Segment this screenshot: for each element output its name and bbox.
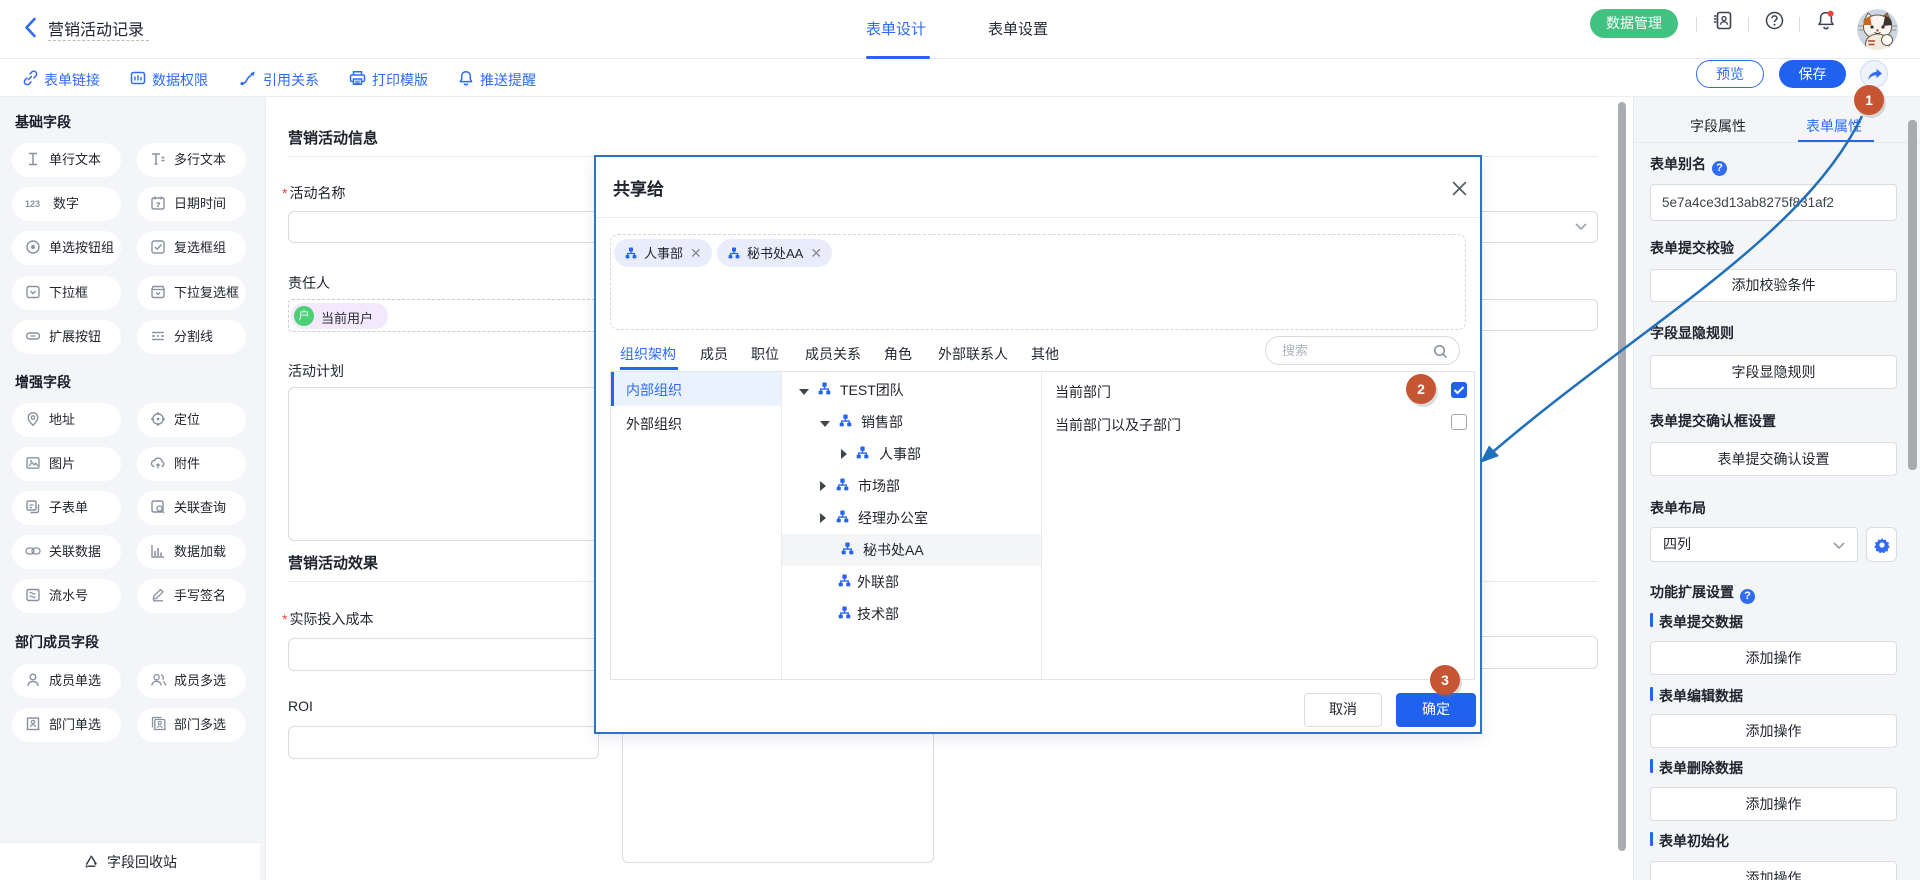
- svg-text:123: 123: [25, 199, 40, 209]
